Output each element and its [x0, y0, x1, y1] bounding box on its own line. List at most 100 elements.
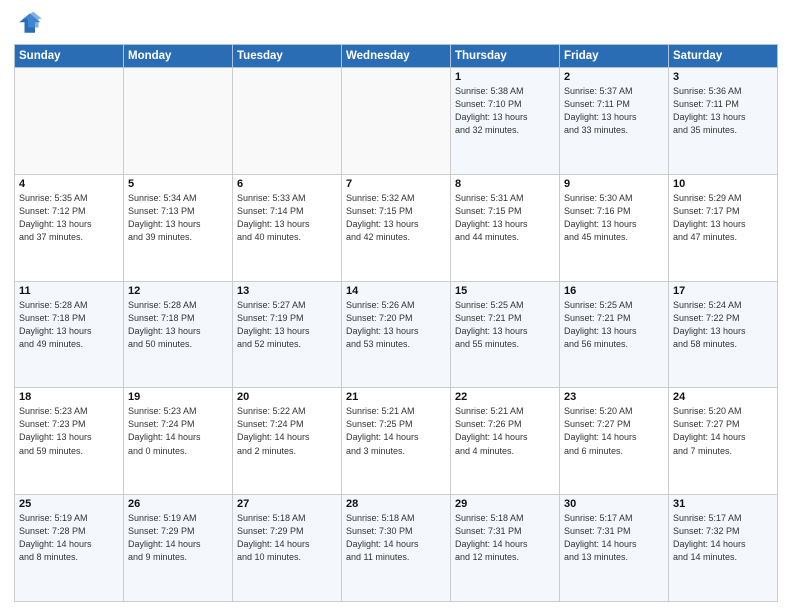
calendar-cell: 7 Sunrise: 5:32 AM Sunset: 7:15 PM Daylig…	[342, 174, 451, 281]
day-info: Sunrise: 5:18 AM Sunset: 7:31 PM Dayligh…	[455, 512, 555, 564]
day-header-tuesday: Tuesday	[233, 45, 342, 68]
calendar-cell	[233, 68, 342, 175]
calendar-cell: 3 Sunrise: 5:36 AM Sunset: 7:11 PM Daylig…	[669, 68, 778, 175]
day-number: 14	[346, 285, 446, 297]
day-info: Sunrise: 5:19 AM Sunset: 7:29 PM Dayligh…	[128, 512, 228, 564]
calendar-cell: 26 Sunrise: 5:19 AM Sunset: 7:29 PM Dayli…	[124, 495, 233, 602]
logo-icon	[14, 10, 42, 38]
day-info: Sunrise: 5:33 AM Sunset: 7:14 PM Dayligh…	[237, 192, 337, 244]
day-number: 26	[128, 498, 228, 510]
calendar-cell: 8Sunrise: 5:31 AM Sunset: 7:15 PM Daylig…	[451, 174, 560, 281]
calendar-week-3: 11Sunrise: 5:28 AM Sunset: 7:18 PM Dayli…	[15, 281, 778, 388]
calendar-cell: 28 Sunrise: 5:18 AM Sunset: 7:30 PM Dayli…	[342, 495, 451, 602]
day-number: 17	[673, 285, 773, 297]
day-number: 22	[455, 391, 555, 403]
calendar-cell: 1 Sunrise: 5:38 AM Sunset: 7:10 PM Daylig…	[451, 68, 560, 175]
header	[14, 10, 778, 38]
day-info: Sunrise: 5:25 AM Sunset: 7:21 PM Dayligh…	[455, 299, 555, 351]
logo	[14, 10, 46, 38]
day-info: Sunrise: 5:18 AM Sunset: 7:29 PM Dayligh…	[237, 512, 337, 564]
day-info: Sunrise: 5:25 AM Sunset: 7:21 PM Dayligh…	[564, 299, 664, 351]
calendar-cell: 20 Sunrise: 5:22 AM Sunset: 7:24 PM Dayli…	[233, 388, 342, 495]
day-number: 13	[237, 285, 337, 297]
day-info: Sunrise: 5:17 AM Sunset: 7:31 PM Dayligh…	[564, 512, 664, 564]
day-number: 28	[346, 498, 446, 510]
day-number: 20	[237, 391, 337, 403]
day-info: Sunrise: 5:36 AM Sunset: 7:11 PM Dayligh…	[673, 85, 773, 137]
calendar-cell: 30 Sunrise: 5:17 AM Sunset: 7:31 PM Dayli…	[560, 495, 669, 602]
day-info: Sunrise: 5:31 AM Sunset: 7:15 PM Dayligh…	[455, 192, 555, 244]
day-info: Sunrise: 5:17 AM Sunset: 7:32 PM Dayligh…	[673, 512, 773, 564]
calendar-cell: 22 Sunrise: 5:21 AM Sunset: 7:26 PM Dayli…	[451, 388, 560, 495]
calendar-header: SundayMondayTuesdayWednesdayThursdayFrid…	[15, 45, 778, 68]
day-header-saturday: Saturday	[669, 45, 778, 68]
day-info: Sunrise: 5:23 AM Sunset: 7:24 PM Dayligh…	[128, 405, 228, 457]
day-info: Sunrise: 5:37 AM Sunset: 7:11 PM Dayligh…	[564, 85, 664, 137]
calendar-cell: 25Sunrise: 5:19 AM Sunset: 7:28 PM Dayli…	[15, 495, 124, 602]
day-number: 2	[564, 71, 664, 83]
calendar-cell: 6 Sunrise: 5:33 AM Sunset: 7:14 PM Daylig…	[233, 174, 342, 281]
calendar-cell: 16Sunrise: 5:25 AM Sunset: 7:21 PM Dayli…	[560, 281, 669, 388]
day-number: 23	[564, 391, 664, 403]
day-header-monday: Monday	[124, 45, 233, 68]
calendar-cell: 23Sunrise: 5:20 AM Sunset: 7:27 PM Dayli…	[560, 388, 669, 495]
days-header-row: SundayMondayTuesdayWednesdayThursdayFrid…	[15, 45, 778, 68]
calendar-cell: 19 Sunrise: 5:23 AM Sunset: 7:24 PM Dayli…	[124, 388, 233, 495]
calendar-cell: 18Sunrise: 5:23 AM Sunset: 7:23 PM Dayli…	[15, 388, 124, 495]
calendar-cell: 2 Sunrise: 5:37 AM Sunset: 7:11 PM Daylig…	[560, 68, 669, 175]
day-info: Sunrise: 5:28 AM Sunset: 7:18 PM Dayligh…	[128, 299, 228, 351]
day-header-thursday: Thursday	[451, 45, 560, 68]
calendar-cell: 4 Sunrise: 5:35 AM Sunset: 7:12 PM Daylig…	[15, 174, 124, 281]
calendar-cell: 31 Sunrise: 5:17 AM Sunset: 7:32 PM Dayli…	[669, 495, 778, 602]
day-info: Sunrise: 5:21 AM Sunset: 7:26 PM Dayligh…	[455, 405, 555, 457]
calendar-cell: 12 Sunrise: 5:28 AM Sunset: 7:18 PM Dayli…	[124, 281, 233, 388]
calendar-cell: 14 Sunrise: 5:26 AM Sunset: 7:20 PM Dayli…	[342, 281, 451, 388]
day-number: 30	[564, 498, 664, 510]
day-info: Sunrise: 5:21 AM Sunset: 7:25 PM Dayligh…	[346, 405, 446, 457]
day-number: 15	[455, 285, 555, 297]
day-info: Sunrise: 5:34 AM Sunset: 7:13 PM Dayligh…	[128, 192, 228, 244]
calendar-cell: 27 Sunrise: 5:18 AM Sunset: 7:29 PM Dayli…	[233, 495, 342, 602]
day-info: Sunrise: 5:19 AM Sunset: 7:28 PM Dayligh…	[19, 512, 119, 564]
day-info: Sunrise: 5:18 AM Sunset: 7:30 PM Dayligh…	[346, 512, 446, 564]
calendar-body: 1 Sunrise: 5:38 AM Sunset: 7:10 PM Daylig…	[15, 68, 778, 602]
calendar-week-5: 25Sunrise: 5:19 AM Sunset: 7:28 PM Dayli…	[15, 495, 778, 602]
day-info: Sunrise: 5:23 AM Sunset: 7:23 PM Dayligh…	[19, 405, 119, 457]
calendar-cell: 24Sunrise: 5:20 AM Sunset: 7:27 PM Dayli…	[669, 388, 778, 495]
day-number: 6	[237, 178, 337, 190]
day-number: 4	[19, 178, 119, 190]
day-info: Sunrise: 5:24 AM Sunset: 7:22 PM Dayligh…	[673, 299, 773, 351]
day-header-friday: Friday	[560, 45, 669, 68]
day-header-sunday: Sunday	[15, 45, 124, 68]
calendar-cell	[15, 68, 124, 175]
day-info: Sunrise: 5:26 AM Sunset: 7:20 PM Dayligh…	[346, 299, 446, 351]
calendar-cell: 11Sunrise: 5:28 AM Sunset: 7:18 PM Dayli…	[15, 281, 124, 388]
day-info: Sunrise: 5:28 AM Sunset: 7:18 PM Dayligh…	[19, 299, 119, 351]
calendar-cell: 10 Sunrise: 5:29 AM Sunset: 7:17 PM Dayli…	[669, 174, 778, 281]
day-number: 19	[128, 391, 228, 403]
calendar-cell: 13 Sunrise: 5:27 AM Sunset: 7:19 PM Dayli…	[233, 281, 342, 388]
day-number: 1	[455, 71, 555, 83]
calendar-cell: 17 Sunrise: 5:24 AM Sunset: 7:22 PM Dayli…	[669, 281, 778, 388]
day-info: Sunrise: 5:27 AM Sunset: 7:19 PM Dayligh…	[237, 299, 337, 351]
day-number: 24	[673, 391, 773, 403]
day-info: Sunrise: 5:38 AM Sunset: 7:10 PM Dayligh…	[455, 85, 555, 137]
day-info: Sunrise: 5:22 AM Sunset: 7:24 PM Dayligh…	[237, 405, 337, 457]
day-info: Sunrise: 5:35 AM Sunset: 7:12 PM Dayligh…	[19, 192, 119, 244]
day-number: 3	[673, 71, 773, 83]
day-number: 7	[346, 178, 446, 190]
day-number: 31	[673, 498, 773, 510]
calendar-week-4: 18Sunrise: 5:23 AM Sunset: 7:23 PM Dayli…	[15, 388, 778, 495]
calendar-cell: 15 Sunrise: 5:25 AM Sunset: 7:21 PM Dayli…	[451, 281, 560, 388]
day-info: Sunrise: 5:29 AM Sunset: 7:17 PM Dayligh…	[673, 192, 773, 244]
day-header-wednesday: Wednesday	[342, 45, 451, 68]
day-number: 29	[455, 498, 555, 510]
day-number: 12	[128, 285, 228, 297]
day-number: 27	[237, 498, 337, 510]
calendar-cell	[342, 68, 451, 175]
calendar-cell: 9Sunrise: 5:30 AM Sunset: 7:16 PM Daylig…	[560, 174, 669, 281]
day-number: 10	[673, 178, 773, 190]
day-number: 5	[128, 178, 228, 190]
day-info: Sunrise: 5:32 AM Sunset: 7:15 PM Dayligh…	[346, 192, 446, 244]
day-number: 9	[564, 178, 664, 190]
